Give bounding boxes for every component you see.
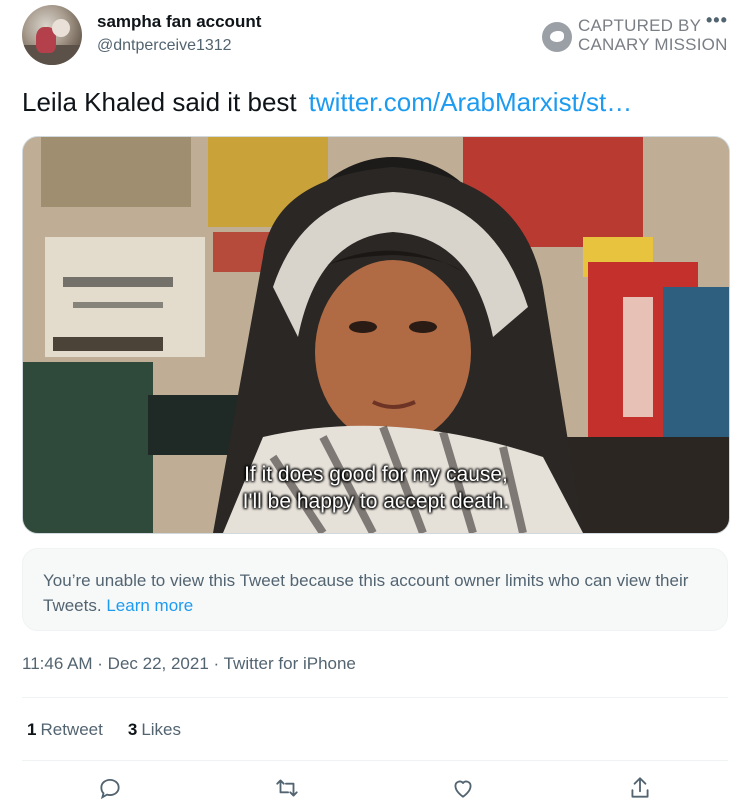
author-display-name[interactable]: sampha fan account	[97, 12, 261, 32]
protected-tweet-notice: You’re unable to view this Tweet because…	[22, 548, 728, 631]
retweet-icon[interactable]	[274, 775, 302, 805]
divider-bottom	[22, 760, 728, 761]
author-handle[interactable]: @dntperceive1312	[97, 37, 232, 55]
reply-icon[interactable]	[97, 775, 125, 805]
tweet-text: Leila Khaled said it best twitter.com/Ara…	[22, 87, 632, 118]
retweet-label: Retweet	[40, 720, 103, 739]
tweet-link[interactable]: twitter.com/ArabMarxist/st…	[309, 87, 633, 117]
retweet-count: 1	[27, 720, 37, 739]
retweet-stat[interactable]: 1 Retweet	[27, 720, 103, 740]
learn-more-link[interactable]: Learn more	[106, 596, 193, 615]
subtitle-line-2: I'll be happy to accept death.	[242, 490, 510, 513]
canary-mission-watermark: CAPTURED BY CANARY MISSION	[542, 16, 728, 54]
like-icon[interactable]	[450, 775, 478, 805]
likes-label: Likes	[141, 720, 181, 739]
watermark-line2: CANARY MISSION	[578, 35, 728, 54]
canary-logo-icon	[542, 22, 572, 52]
tweet-actions-bar	[0, 775, 740, 805]
avatar-face-shape	[52, 19, 70, 37]
subtitle-line-1: If it does good for my cause,	[244, 463, 508, 486]
more-options-icon[interactable]: •••	[706, 10, 728, 31]
likes-stat[interactable]: 3 Likes	[128, 720, 181, 740]
share-icon[interactable]	[627, 775, 655, 805]
tweet-body: Leila Khaled said it best	[22, 87, 297, 117]
engagement-stats: 1 Retweet 3 Likes	[27, 720, 181, 740]
divider-top	[22, 697, 728, 698]
tweet-media-image[interactable]: If it does good for my cause, I'll be ha…	[22, 136, 730, 534]
likes-count: 3	[127, 720, 138, 739]
avatar[interactable]	[22, 5, 82, 65]
tweet-timestamp[interactable]: 11:46 AM · Dec 22, 2021 · Twitter for iP…	[22, 654, 356, 674]
